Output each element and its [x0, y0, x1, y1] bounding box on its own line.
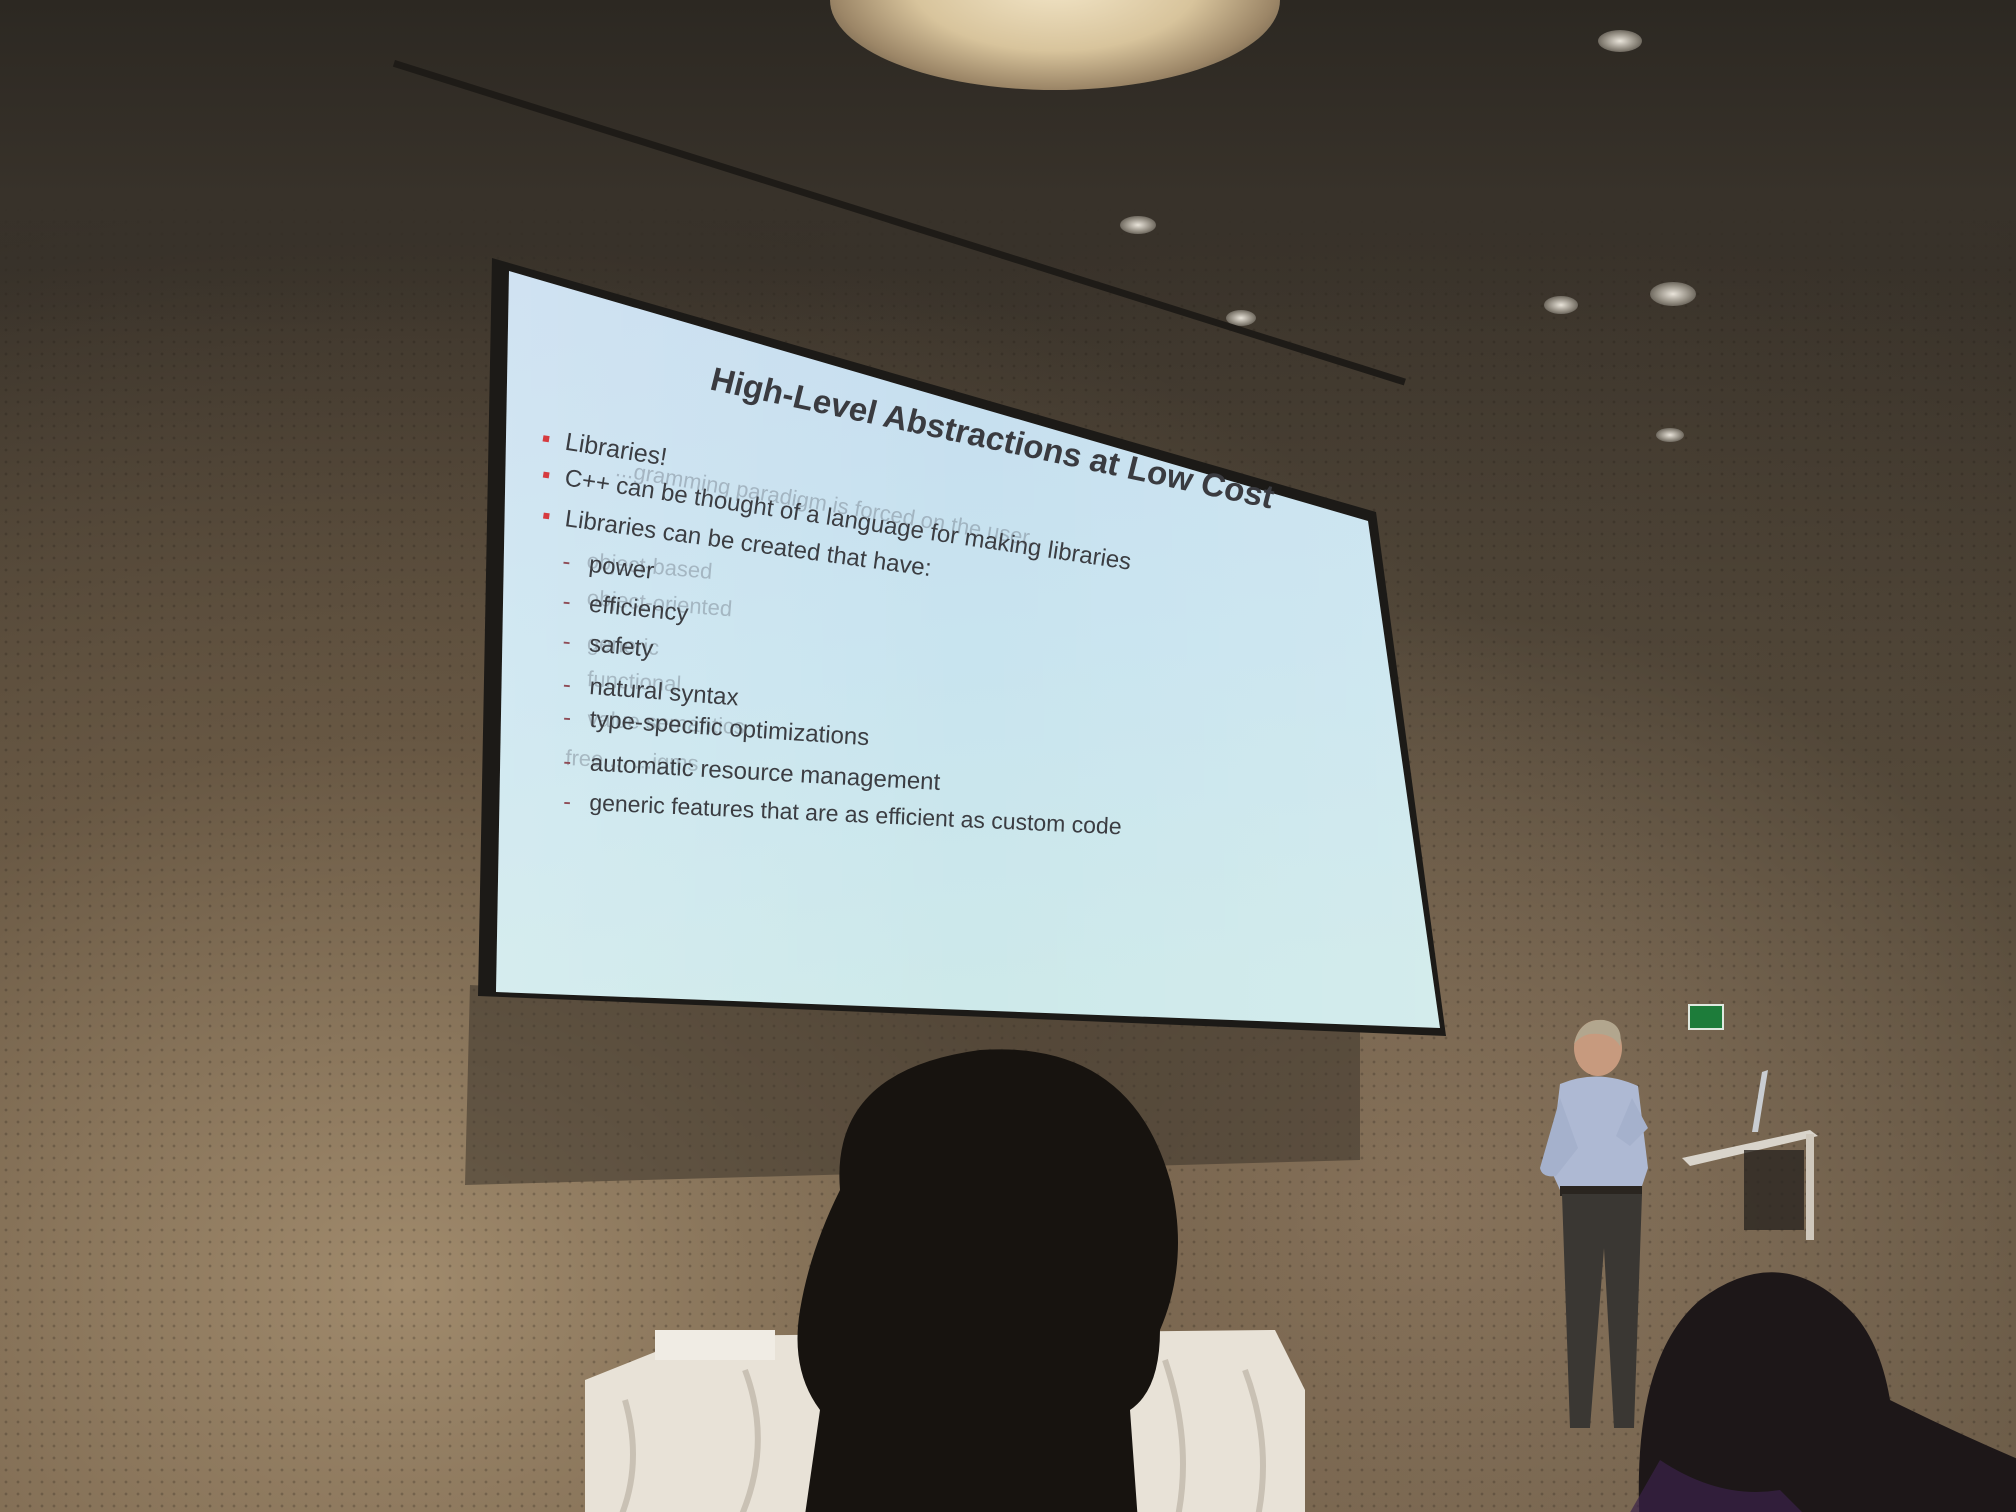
dash-marker: - [561, 548, 572, 576]
slide-subbullet: - type-specific optimizations [562, 704, 870, 752]
audience-person [1630, 1272, 2016, 1512]
dash-marker: - [561, 588, 572, 616]
dash-marker: - [562, 748, 572, 776]
subbullet-text: automatic resource management [589, 749, 941, 797]
bullet-marker: ▪ [540, 461, 553, 489]
subbullet-text: natural syntax [588, 673, 740, 712]
dash-marker: - [562, 704, 572, 732]
lecture-hall-scene: ...gramming paradigm is forced on the us… [0, 0, 2016, 1512]
dash-marker: - [562, 788, 572, 815]
audience-head-silhouette [797, 1049, 1178, 1512]
laptop-screen [1752, 1070, 1768, 1132]
subbullet-text: power [587, 550, 656, 585]
audience-person-silhouette [1638, 1272, 2016, 1512]
dash-marker: - [561, 671, 572, 699]
dash-marker: - [561, 628, 572, 656]
slide-subbullet: - generic features that are as efficient… [563, 788, 1122, 840]
audience-head [797, 1049, 1178, 1512]
table-card [655, 1330, 775, 1360]
bullet-marker: ▪ [539, 424, 553, 454]
bullet-marker: ▪ [540, 502, 553, 530]
subbullet-text: safety [588, 630, 655, 663]
bullet-text: Libraries! [563, 427, 670, 472]
emergency-exit-icon [1688, 1004, 1724, 1030]
subbullet-text: generic features that are as efficient a… [588, 789, 1123, 840]
